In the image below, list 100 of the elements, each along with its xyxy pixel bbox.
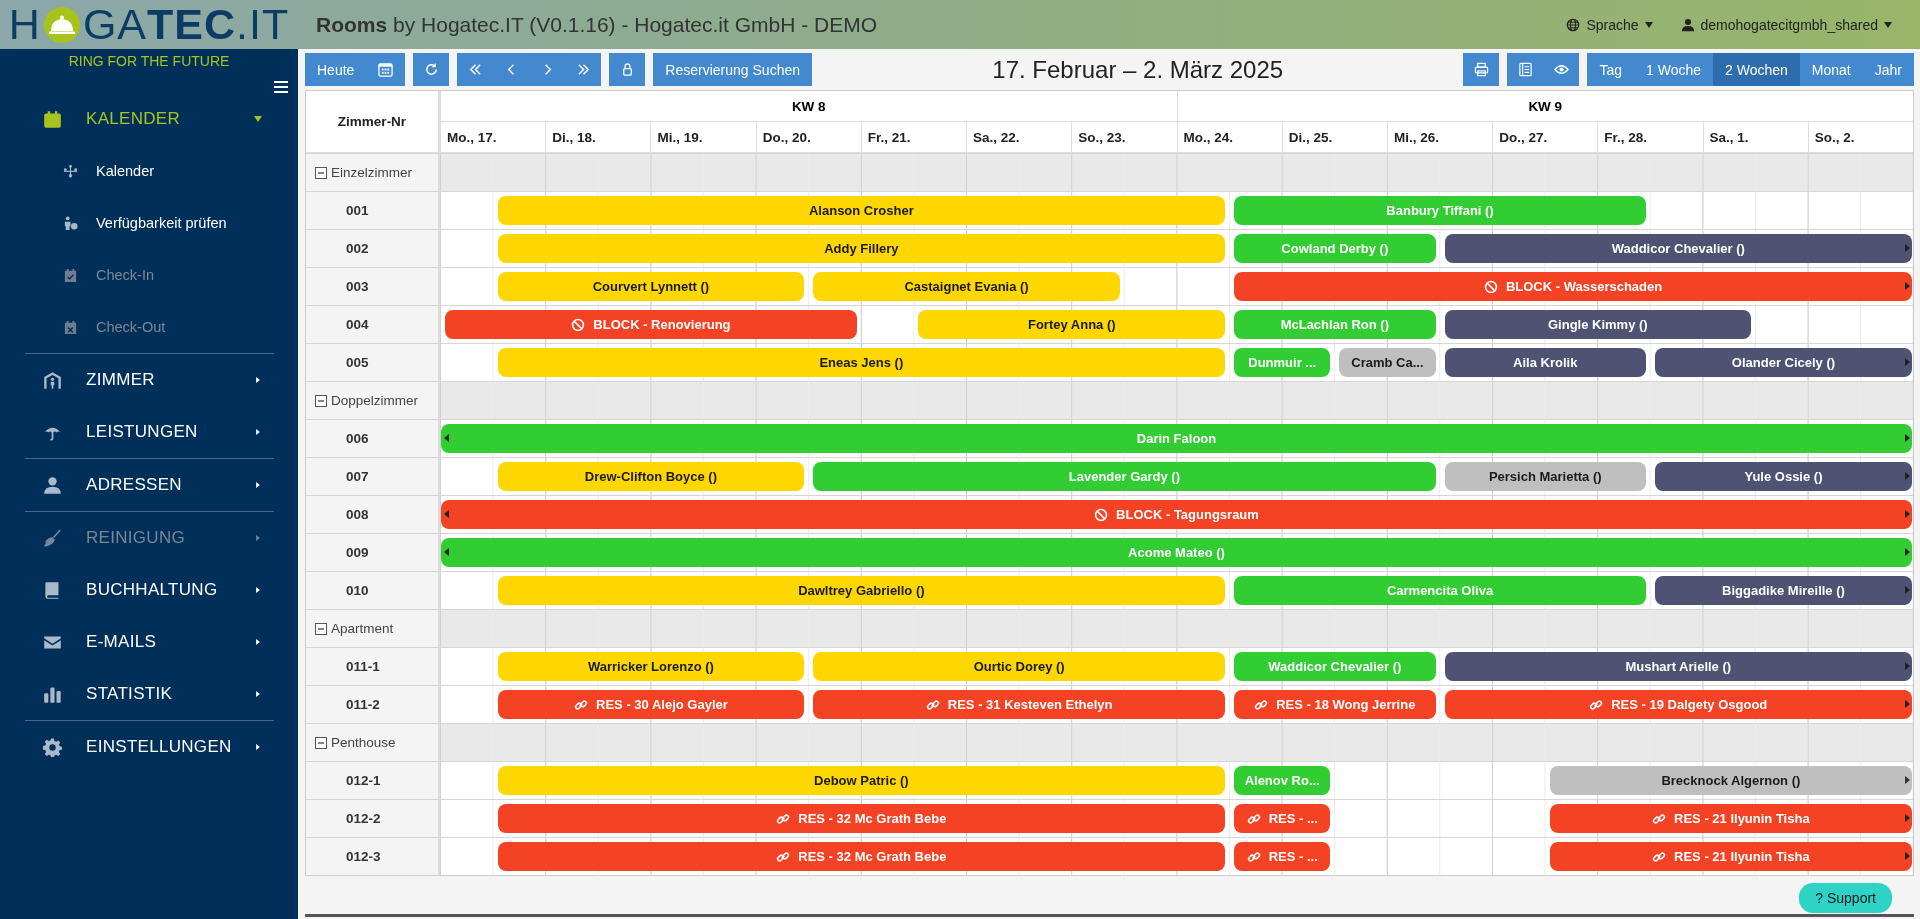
- booking-label: Castaignet Evania (): [904, 279, 1029, 294]
- booking-label: Eneas Jens (): [819, 355, 904, 370]
- booking-bar[interactable]: RES - 31 Kesteven Ethelyn: [813, 690, 1226, 719]
- booking-bar[interactable]: Dawltrey Gabriello (): [497, 576, 1226, 605]
- view-tab[interactable]: 2 Wochen: [1713, 53, 1800, 86]
- menu-label: KALENDER: [86, 109, 182, 129]
- collapse-icon[interactable]: [315, 394, 327, 407]
- menu-item[interactable]: ZIMMER: [25, 354, 274, 406]
- day-header: Mi., 19.: [650, 122, 756, 152]
- menu-item[interactable]: BUCHHALTUNG: [25, 564, 274, 616]
- booking-label: Dawltrey Gabriello (): [798, 583, 925, 598]
- booking-bar[interactable]: RES - 32 Mc Grath Bebe: [497, 842, 1226, 871]
- caret-right-icon: [254, 639, 262, 645]
- caret-right-icon: [254, 377, 262, 383]
- collapse-icon[interactable]: [315, 166, 327, 179]
- first-button[interactable]: [457, 53, 494, 86]
- arrow-right-icon: [1905, 472, 1910, 480]
- booking-bar[interactable]: Courvert Lynnett (): [497, 272, 805, 301]
- menu-label: LEISTUNGEN: [86, 422, 199, 442]
- booking-label: Debow Patric (): [814, 773, 909, 788]
- submenu-item[interactable]: Verfügbarkeit prüfen: [25, 197, 274, 249]
- link-icon: [925, 697, 940, 712]
- arrow-right-icon: [1905, 700, 1910, 708]
- lock-button[interactable]: [609, 53, 646, 86]
- booking-bar[interactable]: Castaignet Evania (): [813, 272, 1120, 301]
- list-button[interactable]: [1507, 53, 1544, 86]
- booking-label: Gingle Kimmy (): [1548, 317, 1648, 332]
- calendar-button[interactable]: [366, 53, 406, 86]
- menu-item[interactable]: EINSTELLUNGEN: [25, 721, 274, 773]
- booking-label: Brecknock Algernon (): [1661, 773, 1801, 788]
- booking-label: Carmencita Oliva: [1386, 583, 1494, 598]
- dropdown-menu[interactable]: demohogatecitgmbh_shared: [1680, 16, 1892, 33]
- booking-bar[interactable]: RES - 21 Ilyunin Tisha: [1549, 842, 1912, 871]
- menu-label: demohogatecitgmbh_shared: [1700, 16, 1878, 33]
- booking-bar[interactable]: Biggadike Mireille (): [1654, 576, 1912, 605]
- view-tab[interactable]: 1 Woche: [1634, 53, 1714, 86]
- booking-bar[interactable]: RES - 19 Dalgety Osgood: [1444, 690, 1912, 719]
- view-button[interactable]: [1543, 53, 1580, 86]
- room-number: 012-1: [345, 773, 381, 788]
- submenu-label: Verfügbarkeit prüfen: [96, 215, 227, 231]
- booking-bar[interactable]: RES - ...: [1234, 842, 1331, 871]
- booking-bar[interactable]: Ourtic Dorey (): [813, 652, 1226, 681]
- booking-bar[interactable]: Eneas Jens (): [497, 348, 1226, 377]
- booking-bar[interactable]: Drew-Clifton Boyce (): [497, 462, 805, 491]
- booking-label: Fortey Anna (): [1027, 317, 1116, 332]
- print-button[interactable]: [1463, 53, 1500, 86]
- menu-item[interactable]: ADRESSEN: [25, 459, 274, 511]
- column-header: Zimmer-Nr: [306, 91, 440, 152]
- submenu-item[interactable]: Kalender: [25, 145, 274, 197]
- booking-bar[interactable]: BLOCK - Wasserschaden: [1234, 272, 1912, 301]
- booking-bar[interactable]: Cramb Ca...: [1339, 348, 1436, 377]
- today-button[interactable]: Heute: [305, 53, 367, 86]
- room-number: 010: [345, 583, 369, 598]
- day-header: Di., 18.: [545, 122, 651, 152]
- week-header: KW 8: [440, 91, 1177, 121]
- booking-bar[interactable]: RES - ...: [1234, 804, 1331, 833]
- booking-bar[interactable]: BLOCK - Tagungsraum: [441, 500, 1912, 529]
- booking-bar[interactable]: Warricker Lorenzo (): [497, 652, 805, 681]
- refresh-button[interactable]: [413, 53, 450, 86]
- booking-bar[interactable]: BLOCK - Renovierung: [445, 310, 857, 339]
- menu-item[interactable]: KALENDER: [25, 93, 274, 145]
- booking-label: Drew-Clifton Boyce (): [584, 469, 717, 484]
- booking-bar[interactable]: Addy Fillery: [497, 234, 1226, 263]
- dropdown-menu[interactable]: Sprache: [1566, 16, 1653, 33]
- support-button[interactable]: ? Support: [1799, 883, 1892, 913]
- booking-bar[interactable]: Yule Ossie (): [1654, 462, 1912, 491]
- day-header: Sa., 22.: [966, 122, 1072, 152]
- booking-label: RES - 32 Mc Grath Bebe: [798, 849, 947, 864]
- logo-tagline: RING FOR THE FUTURE: [67, 53, 231, 69]
- view-tab[interactable]: Jahr: [1862, 53, 1914, 86]
- house-person-icon: [43, 370, 62, 390]
- booking-bar[interactable]: Alanson Crosher: [497, 196, 1226, 225]
- booking-bar[interactable]: Waddicor Chevalier (): [1444, 234, 1912, 263]
- menu-item[interactable]: E-MAILS: [25, 616, 274, 668]
- booking-bar[interactable]: RES - 18 Wong Jerrine: [1234, 690, 1436, 719]
- caret-right-icon: [254, 744, 262, 750]
- calendar-grid-icon: [378, 62, 394, 77]
- collapse-icon[interactable]: [315, 622, 327, 635]
- booking-bar[interactable]: RES - 21 Ilyunin Tisha: [1549, 804, 1912, 833]
- last-button[interactable]: [565, 53, 602, 86]
- booking-label: Banbury Tiffani (): [1386, 203, 1494, 218]
- view-tab[interactable]: Monat: [1799, 53, 1863, 86]
- booking-bar[interactable]: Brecknock Algernon (): [1549, 766, 1912, 795]
- menu-item[interactable]: LEISTUNGEN: [25, 406, 274, 458]
- search-reservation-button[interactable]: Reservierung Suchen: [653, 53, 812, 86]
- booking-bar[interactable]: Persich Marietta (): [1444, 462, 1646, 491]
- booking-bar[interactable]: Mushart Arielle (): [1444, 652, 1912, 681]
- booking-bar[interactable]: Fortey Anna (): [918, 310, 1226, 339]
- booking-bar[interactable]: Gingle Kimmy (): [1444, 310, 1752, 339]
- view-tab[interactable]: Tag: [1587, 53, 1635, 86]
- booking-bar[interactable]: Debow Patric (): [497, 766, 1226, 795]
- booking-bar[interactable]: RES - 32 Mc Grath Bebe: [497, 804, 1226, 833]
- menu-item[interactable]: STATISTIK: [25, 668, 274, 720]
- room-number: 012-3: [345, 849, 381, 864]
- booking-bar[interactable]: Olander Cicely (): [1654, 348, 1912, 377]
- booking-bar[interactable]: Aila Krolik: [1444, 348, 1646, 377]
- booking-bar[interactable]: RES - 30 Alejo Gayler: [497, 690, 805, 719]
- collapse-icon[interactable]: [315, 736, 327, 749]
- sitemap-icon: [63, 163, 78, 179]
- day-header: Do., 27.: [1492, 122, 1598, 152]
